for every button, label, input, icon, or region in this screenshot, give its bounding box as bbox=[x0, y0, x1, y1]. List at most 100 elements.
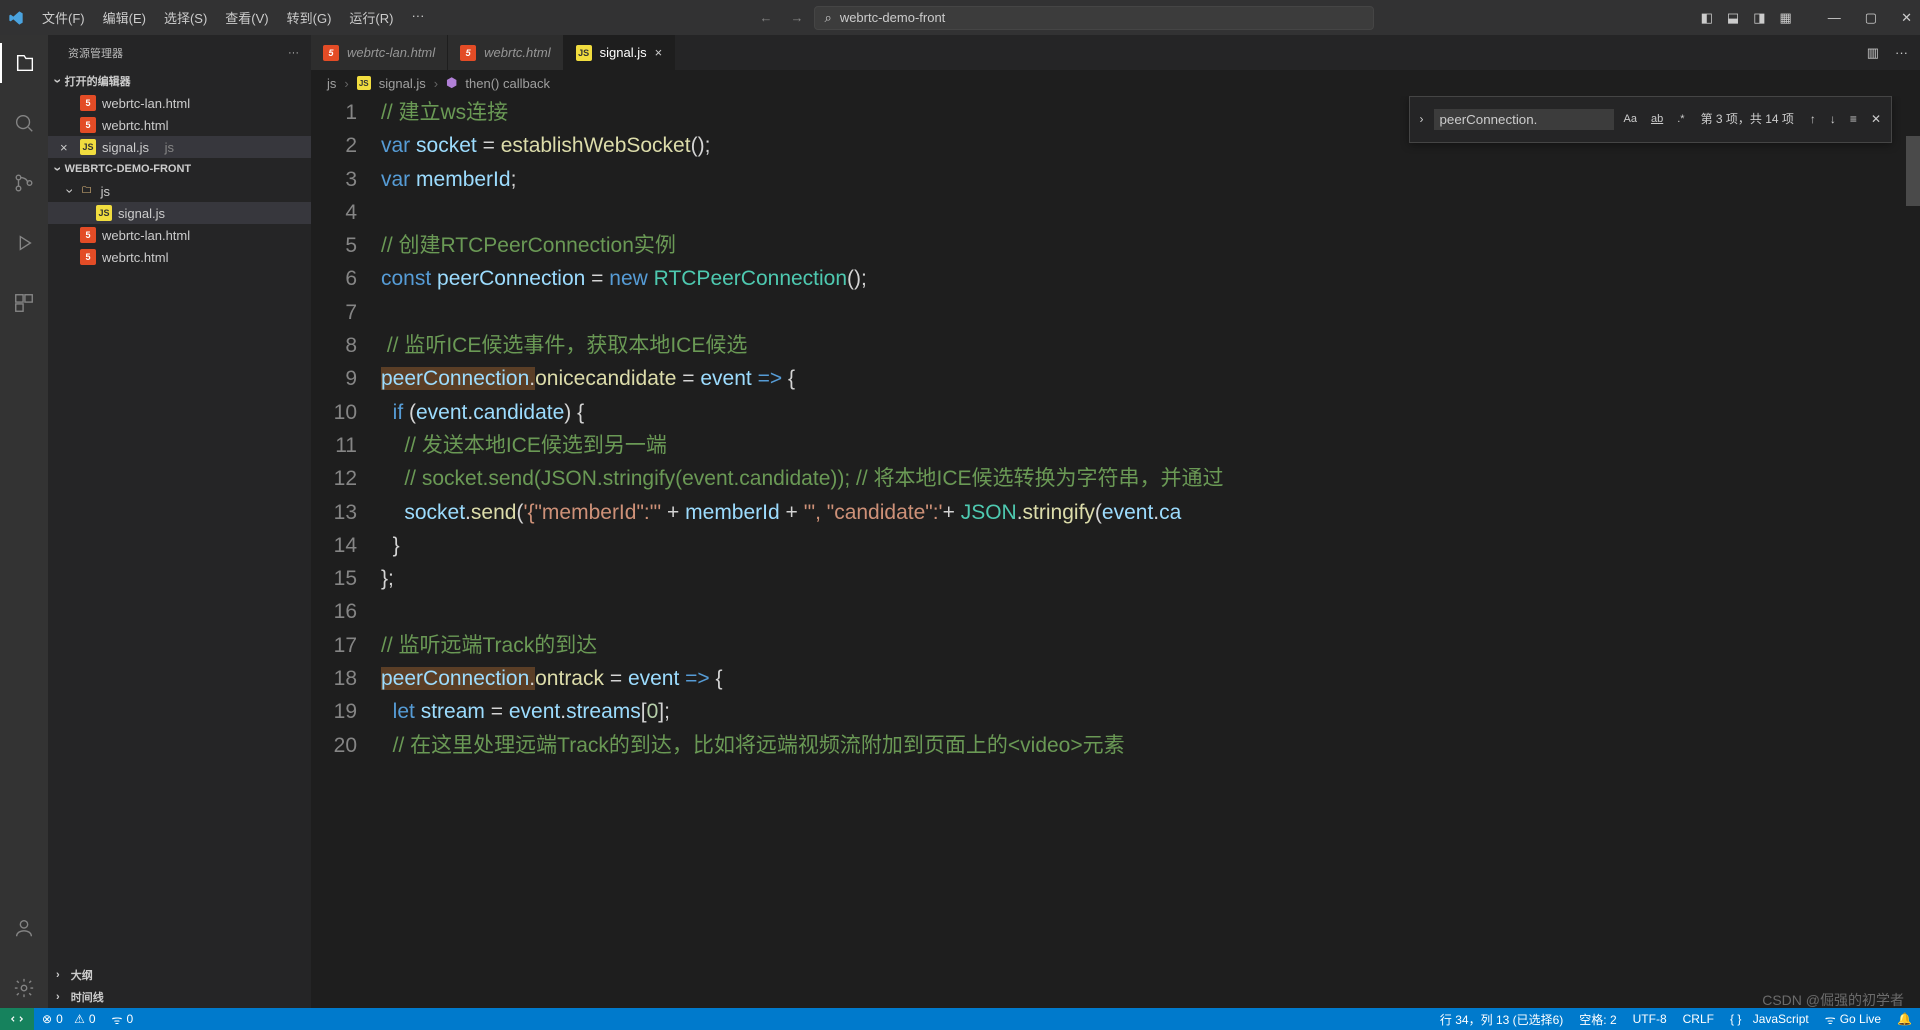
run-debug-icon[interactable] bbox=[0, 223, 48, 263]
status-eol[interactable]: CRLF bbox=[1675, 1011, 1722, 1028]
layout-bottom-icon[interactable]: ⬓ bbox=[1727, 10, 1739, 26]
folder-icon: 🗀 bbox=[79, 183, 95, 199]
menu-select[interactable]: 选择(S) bbox=[156, 4, 215, 31]
status-ports[interactable]: ᯤ0 bbox=[104, 1011, 142, 1028]
tab-webrtc[interactable]: 5webrtc.html bbox=[448, 35, 563, 70]
open-editor-item[interactable]: 5webrtc-lan.html bbox=[48, 92, 311, 114]
find-next-icon[interactable]: ↓ bbox=[1826, 101, 1840, 138]
error-icon: ⊗ bbox=[42, 1012, 52, 1026]
menu-goto[interactable]: 转到(G) bbox=[279, 4, 340, 31]
js-file-icon: JS bbox=[357, 76, 371, 90]
close-icon[interactable]: × bbox=[60, 140, 74, 155]
extensions-icon[interactable] bbox=[0, 283, 48, 323]
find-expand-icon[interactable]: › bbox=[1416, 103, 1428, 136]
status-cursor[interactable]: 行 34，列 13 (已选择6) bbox=[1432, 1011, 1571, 1028]
menu-run[interactable]: 运行(R) bbox=[341, 4, 401, 31]
window-maximize-icon[interactable]: ▢ bbox=[1865, 10, 1877, 26]
explorer-more-icon[interactable]: ··· bbox=[288, 47, 299, 59]
match-whole-word-icon[interactable]: ab bbox=[1647, 101, 1667, 138]
layout-left-icon[interactable]: ◧ bbox=[1701, 10, 1713, 26]
more-actions-icon[interactable]: ··· bbox=[1895, 45, 1908, 60]
source-control-icon[interactable] bbox=[0, 163, 48, 203]
radio-icon: ᯤ bbox=[112, 1011, 123, 1028]
menu-edit[interactable]: 编辑(E) bbox=[95, 4, 154, 31]
code-editor[interactable]: 1234567891011121314151617181920 // 建立ws连… bbox=[311, 96, 1920, 1008]
settings-gear-icon[interactable] bbox=[0, 968, 48, 1008]
match-case-icon[interactable]: Aa bbox=[1620, 101, 1641, 138]
activity-bar bbox=[0, 35, 48, 1008]
chevron-down-icon bbox=[56, 73, 61, 89]
menu-view[interactable]: 查看(V) bbox=[217, 4, 276, 31]
find-input[interactable] bbox=[1434, 109, 1614, 130]
project-header[interactable]: WEBRTC-DEMO-FRONT bbox=[48, 158, 311, 180]
outline-header[interactable]: › 大纲 bbox=[48, 964, 311, 986]
search-icon: ⌕ bbox=[825, 10, 832, 26]
titlebar: 文件(F) 编辑(E) 选择(S) 查看(V) 转到(G) 运行(R) ··· … bbox=[0, 0, 1920, 35]
chevron-down-icon bbox=[56, 161, 61, 177]
tab-webrtc-lan[interactable]: 5webrtc-lan.html bbox=[311, 35, 448, 70]
status-encoding[interactable]: UTF-8 bbox=[1625, 1011, 1675, 1028]
file-row[interactable]: 5webrtc-lan.html bbox=[48, 224, 311, 246]
layout-grid-icon[interactable]: ▦ bbox=[1780, 10, 1792, 26]
js-file-icon: JS bbox=[96, 205, 112, 221]
open-editor-item[interactable]: ×JSsignal.js js bbox=[48, 136, 311, 158]
open-editor-item[interactable]: 5webrtc.html bbox=[48, 114, 311, 136]
menu-bar: 文件(F) 编辑(E) 选择(S) 查看(V) 转到(G) 运行(R) ··· bbox=[34, 4, 432, 31]
window-minimize-icon[interactable]: — bbox=[1828, 10, 1841, 26]
html-file-icon: 5 bbox=[460, 45, 476, 61]
nav-back-icon[interactable]: ← bbox=[760, 10, 773, 25]
command-center-text: webrtc-demo-front bbox=[840, 10, 945, 25]
find-close-icon[interactable]: ✕ bbox=[1867, 101, 1885, 138]
html-file-icon: 5 bbox=[80, 117, 96, 133]
timeline-header[interactable]: › 时间线 bbox=[48, 986, 311, 1008]
js-file-icon: JS bbox=[576, 45, 592, 61]
html-file-icon: 5 bbox=[80, 249, 96, 265]
regex-icon[interactable]: .* bbox=[1673, 101, 1688, 138]
status-language[interactable]: { } JavaScript bbox=[1722, 1011, 1817, 1028]
menu-more[interactable]: ··· bbox=[403, 4, 432, 31]
command-center[interactable]: ⌕ webrtc-demo-front bbox=[814, 6, 1374, 30]
file-tree: 🗀js JSsignal.js 5webrtc-lan.html 5webrtc… bbox=[48, 180, 311, 268]
status-go-live[interactable]: ᯤGo Live bbox=[1817, 1011, 1889, 1028]
status-errors[interactable]: ⊗0 ⚠0 bbox=[34, 1012, 104, 1026]
file-row[interactable]: JSsignal.js bbox=[48, 202, 311, 224]
find-prev-icon[interactable]: ↑ bbox=[1806, 101, 1820, 138]
tab-signal[interactable]: JSsignal.js× bbox=[564, 35, 676, 70]
search-icon[interactable] bbox=[0, 103, 48, 143]
status-spaces[interactable]: 空格: 2 bbox=[1571, 1011, 1624, 1028]
explorer-title: 资源管理器 bbox=[68, 45, 123, 61]
window-close-icon[interactable]: ✕ bbox=[1901, 10, 1912, 26]
open-editors-list: 5webrtc-lan.html 5webrtc.html ×JSsignal.… bbox=[48, 92, 311, 158]
find-widget: › Aa ab .* 第 3 项，共 14 项 ↑ ↓ ≡ ✕ bbox=[1409, 96, 1893, 143]
minimap[interactable] bbox=[1906, 96, 1920, 1008]
find-selection-icon[interactable]: ≡ bbox=[1846, 101, 1861, 138]
nav-forward-icon[interactable]: → bbox=[791, 10, 804, 25]
open-editors-header[interactable]: 打开的编辑器 bbox=[48, 70, 311, 92]
editor-area: 5webrtc-lan.html 5webrtc.html JSsignal.j… bbox=[311, 35, 1920, 1008]
close-icon[interactable]: × bbox=[655, 45, 663, 60]
code-content[interactable]: // 建立ws连接 var socket = establishWebSocke… bbox=[381, 96, 1920, 1008]
warning-icon: ⚠ bbox=[74, 1012, 85, 1026]
minimap-thumb[interactable] bbox=[1906, 136, 1920, 206]
sidebar: 资源管理器 ··· 打开的编辑器 5webrtc-lan.html 5webrt… bbox=[48, 35, 311, 1008]
html-file-icon: 5 bbox=[80, 227, 96, 243]
vscode-logo-icon bbox=[8, 10, 24, 26]
status-notifications-icon[interactable]: 🔔 bbox=[1889, 1011, 1920, 1028]
method-icon: ⬢ bbox=[446, 75, 457, 91]
folder-row[interactable]: 🗀js bbox=[48, 180, 311, 202]
split-editor-icon[interactable]: ▥ bbox=[1867, 45, 1879, 61]
js-file-icon: JS bbox=[80, 139, 96, 155]
file-row[interactable]: 5webrtc.html bbox=[48, 246, 311, 268]
html-file-icon: 5 bbox=[323, 45, 339, 61]
breadcrumbs[interactable]: js› JSsignal.js› ⬢then() callback bbox=[311, 70, 1920, 96]
account-icon[interactable] bbox=[0, 908, 48, 948]
broadcast-icon: ᯤ bbox=[1825, 1011, 1836, 1028]
layout-right-icon[interactable]: ◨ bbox=[1753, 10, 1765, 26]
html-file-icon: 5 bbox=[80, 95, 96, 111]
find-result-count: 第 3 项，共 14 项 bbox=[1701, 103, 1794, 136]
chevron-down-icon bbox=[68, 183, 73, 199]
explorer-icon[interactable] bbox=[0, 43, 48, 83]
menu-file[interactable]: 文件(F) bbox=[34, 4, 93, 31]
remote-indicator[interactable] bbox=[0, 1008, 34, 1030]
line-gutter: 1234567891011121314151617181920 bbox=[311, 96, 381, 1008]
